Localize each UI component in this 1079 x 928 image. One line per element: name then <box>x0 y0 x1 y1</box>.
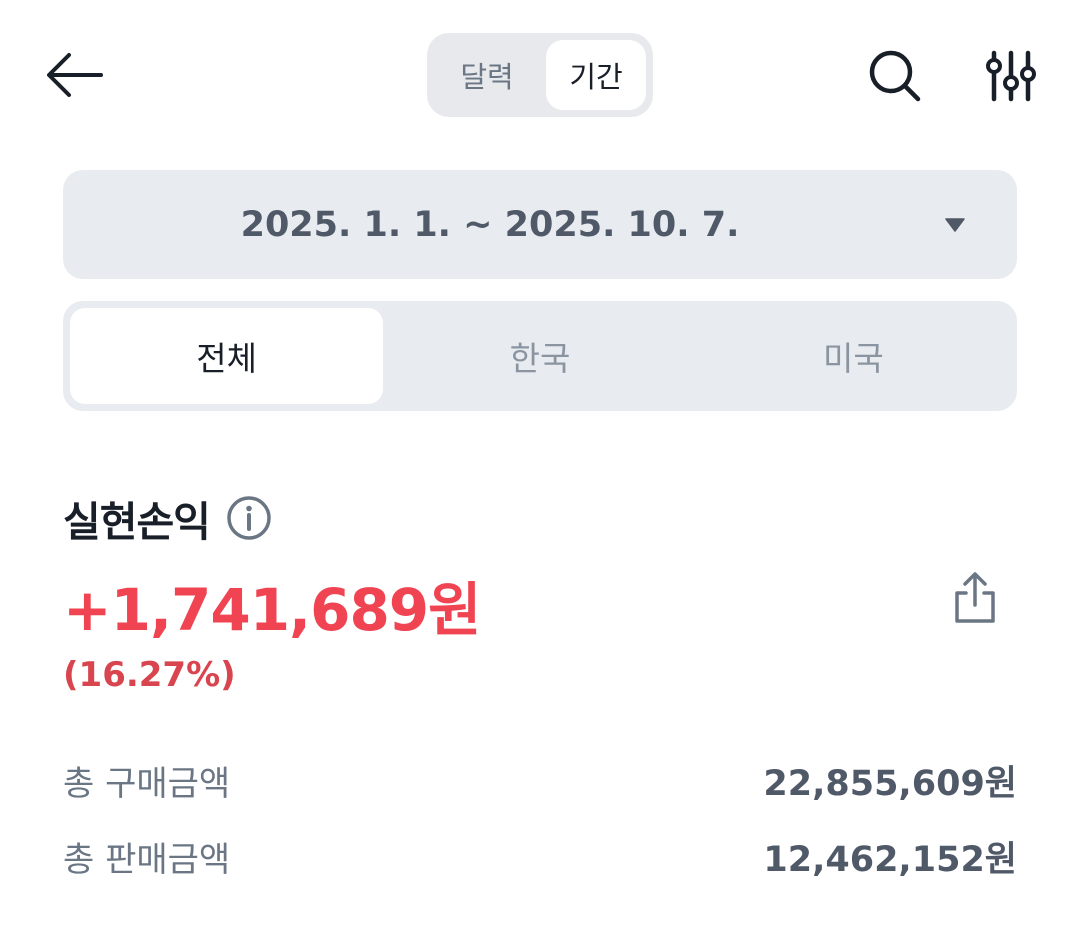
search-button[interactable] <box>862 44 928 108</box>
search-icon <box>869 50 921 102</box>
sliders-icon <box>986 50 1036 102</box>
back-button[interactable] <box>36 44 112 106</box>
tab-all[interactable]: 전체 <box>70 308 384 404</box>
mode-option-period[interactable]: 기간 <box>546 40 646 110</box>
realized-pl-title: 실현손익 <box>63 498 211 546</box>
summary-value: 22,855,609원 <box>763 763 1017 804</box>
realized-profit-screen: 달력 기간 2025. 1. 1. ~ 2025. 10. 7. 전체 한국 미… <box>0 0 1079 928</box>
summary-label: 총 구매금액 <box>63 763 231 804</box>
caret-down-icon <box>945 218 965 232</box>
summary-row-sale: 총 판매금액 12,462,152원 <box>63 826 1017 886</box>
view-mode-toggle: 달력 기간 <box>427 33 653 117</box>
info-icon <box>227 496 271 540</box>
region-tabs: 전체 한국 미국 <box>63 301 1017 411</box>
realized-pl-rate: (16.27%) <box>63 655 236 695</box>
realized-pl-header: 실현손익 <box>63 488 272 548</box>
summary-row-purchase: 총 구매금액 22,855,609원 <box>63 750 1017 810</box>
arrow-left-icon <box>47 53 103 97</box>
realized-pl-amount: +1,741,689원 <box>63 576 482 644</box>
filter-button[interactable] <box>978 44 1044 108</box>
tab-korea[interactable]: 한국 <box>383 308 696 404</box>
mode-option-calendar[interactable]: 달력 <box>434 40 540 110</box>
tab-usa[interactable]: 미국 <box>697 308 1010 404</box>
summary-value: 12,462,152원 <box>763 839 1017 880</box>
date-range-dropdown[interactable]: 2025. 1. 1. ~ 2025. 10. 7. <box>63 170 1017 279</box>
share-button[interactable] <box>944 566 1006 630</box>
date-range-label: 2025. 1. 1. ~ 2025. 10. 7. <box>240 204 740 245</box>
share-icon <box>955 572 995 623</box>
summary-label: 총 판매금액 <box>63 839 231 880</box>
info-button[interactable] <box>226 495 272 541</box>
